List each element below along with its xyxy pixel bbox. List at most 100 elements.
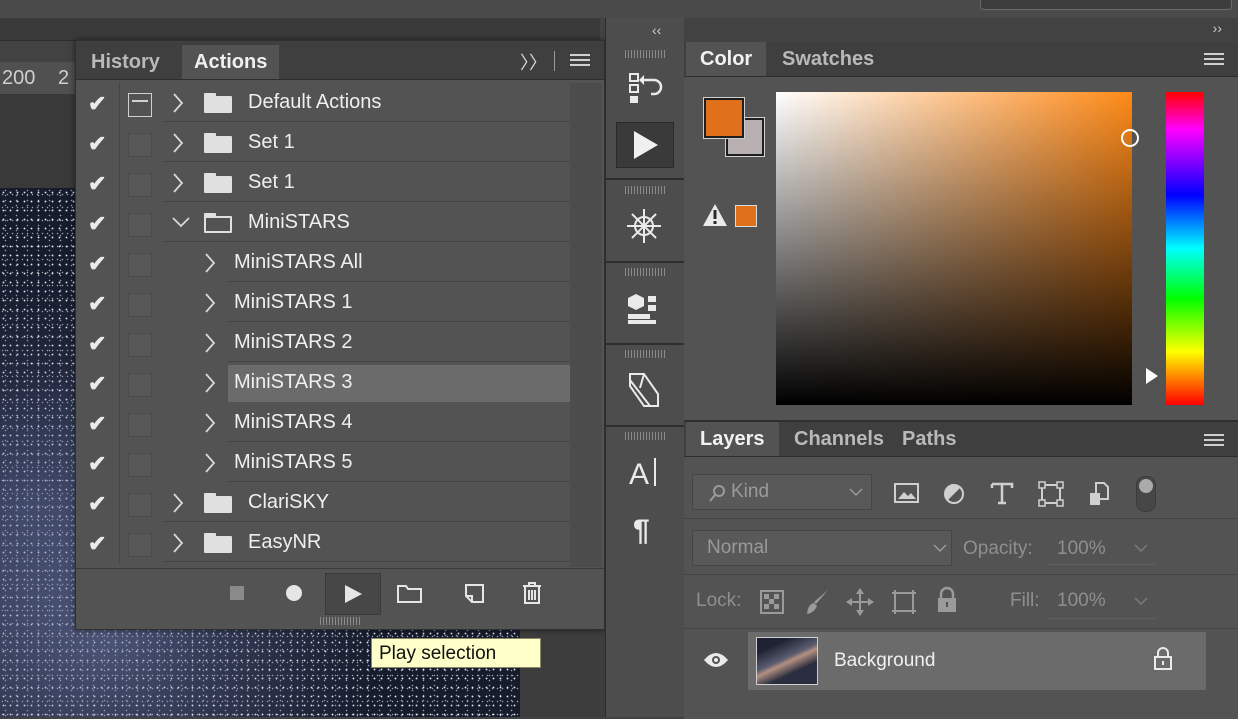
toggle-dialog-checkbox[interactable]: [128, 293, 152, 317]
filter-kind-select[interactable]: Kind: [692, 474, 872, 510]
dock-grip[interactable]: [625, 50, 665, 58]
chevron-right-icon[interactable]: [204, 413, 216, 433]
action-row[interactable]: ✔ MiniSTARS All: [76, 243, 572, 283]
gamut-color-swatch[interactable]: [735, 205, 757, 227]
chevron-right-icon[interactable]: [204, 453, 216, 473]
lock-position-icon[interactable]: [846, 588, 874, 616]
chevron-right-icon[interactable]: [172, 133, 184, 153]
layer-row[interactable]: Background: [748, 632, 1206, 690]
toggle-dialog-checkbox[interactable]: [128, 213, 152, 237]
new-action-button[interactable]: [447, 573, 501, 613]
tab-channels[interactable]: Channels: [780, 422, 898, 456]
chevron-right-icon[interactable]: [172, 173, 184, 193]
dock-grip[interactable]: [625, 268, 665, 276]
panel-resize-grip[interactable]: [320, 617, 360, 625]
action-row[interactable]: ✔ MiniSTARS 1: [76, 283, 572, 323]
toggle-dialog-checkbox[interactable]: [128, 173, 152, 197]
shape-layer-filter-icon[interactable]: [1038, 481, 1064, 507]
toggle-item-checkbox[interactable]: ✔: [88, 171, 106, 197]
toggle-item-checkbox[interactable]: ✔: [88, 211, 106, 237]
toggle-item-checkbox[interactable]: ✔: [88, 131, 106, 157]
chevron-right-icon[interactable]: [204, 253, 216, 273]
play-selection-button[interactable]: [325, 573, 381, 615]
toggle-dialog-checkbox[interactable]: [128, 373, 152, 397]
layer-thumbnail[interactable]: [756, 637, 818, 685]
lock-transparent-pixels-icon[interactable]: [760, 590, 784, 614]
chevron-right-icon[interactable]: [204, 293, 216, 313]
layer-visibility-cell[interactable]: [684, 632, 746, 690]
tab-actions[interactable]: Actions: [182, 45, 280, 79]
toggle-item-checkbox[interactable]: ✔: [88, 531, 106, 557]
chevron-right-icon[interactable]: [172, 533, 184, 553]
filter-toggle[interactable]: [1136, 476, 1156, 512]
brush-settings-button[interactable]: [616, 204, 672, 248]
panel-menu-icon[interactable]: [1204, 434, 1224, 448]
action-set-row[interactable]: ✔ MiniSTARS: [76, 203, 572, 243]
type-layer-filter-icon[interactable]: [990, 481, 1014, 505]
toggle-dialog-checkbox[interactable]: [128, 413, 152, 437]
toggle-item-checkbox[interactable]: ✔: [88, 411, 106, 437]
clone-source-button[interactable]: [616, 368, 672, 412]
action-set-row[interactable]: ✔ Set 1: [76, 163, 572, 203]
tab-swatches[interactable]: Swatches: [768, 42, 888, 76]
tab-history[interactable]: History: [79, 45, 172, 79]
toggle-item-checkbox[interactable]: ✔: [88, 331, 106, 357]
pixel-layer-filter-icon[interactable]: [894, 482, 920, 504]
toggle-dialog-checkbox[interactable]: [128, 493, 152, 517]
foreground-color-swatch[interactable]: [703, 97, 745, 139]
chevron-right-icon[interactable]: [204, 373, 216, 393]
character-panel-button[interactable]: A: [616, 450, 672, 494]
toggle-item-checkbox[interactable]: ✔: [88, 251, 106, 277]
tab-color[interactable]: Color: [686, 42, 767, 76]
panel-collapse-icon[interactable]: 〉〉: [520, 49, 547, 75]
dock-collapse-icon[interactable]: ››: [1213, 20, 1222, 36]
layer-name[interactable]: Background: [834, 650, 935, 672]
action-set-row[interactable]: ✔ ClariSKY: [76, 483, 572, 523]
toggle-dialog-checkbox[interactable]: [128, 133, 152, 157]
history-panel-button[interactable]: [616, 66, 672, 110]
action-row[interactable]: ✔ MiniSTARS 5: [76, 443, 572, 483]
color-picker-cursor[interactable]: [1121, 129, 1139, 147]
dock-grip[interactable]: [625, 432, 665, 440]
record-button[interactable]: [267, 573, 321, 613]
workspace-field[interactable]: [980, 0, 1232, 10]
actions-scrollbar[interactable]: [570, 83, 602, 567]
blend-mode-select[interactable]: Normal: [692, 530, 952, 566]
action-row[interactable]: ✔ MiniSTARS 3: [76, 363, 572, 403]
hue-slider-arrow[interactable]: [1146, 368, 1158, 384]
tab-paths[interactable]: Paths: [888, 422, 970, 456]
action-row[interactable]: ✔ MiniSTARS 2: [76, 323, 572, 363]
dock-collapse-icon[interactable]: ‹‹: [652, 22, 661, 38]
smart-object-filter-icon[interactable]: [1088, 481, 1110, 507]
lock-all-icon[interactable]: [936, 586, 958, 614]
toggle-dialog-checkbox[interactable]: [128, 93, 152, 117]
chevron-right-icon[interactable]: [172, 93, 184, 113]
toggle-dialog-checkbox[interactable]: [128, 253, 152, 277]
panel-menu-icon[interactable]: [570, 54, 590, 68]
action-set-row[interactable]: ✔ Set 1: [76, 123, 572, 163]
lock-image-pixels-icon[interactable]: [804, 588, 830, 616]
tab-layers[interactable]: Layers: [686, 422, 779, 456]
color-field[interactable]: [776, 92, 1132, 405]
lock-artboards-icon[interactable]: [890, 588, 918, 616]
toggle-dialog-checkbox[interactable]: [128, 453, 152, 477]
toggle-item-checkbox[interactable]: ✔: [88, 491, 106, 517]
3d-properties-button[interactable]: [616, 286, 672, 330]
chevron-right-icon[interactable]: [204, 333, 216, 353]
toggle-dialog-checkbox[interactable]: [128, 533, 152, 557]
chevron-right-icon[interactable]: [172, 493, 184, 513]
action-row[interactable]: ✔ MiniSTARS 4: [76, 403, 572, 443]
delete-button[interactable]: [505, 573, 559, 613]
opacity-field[interactable]: 100%: [1048, 530, 1156, 565]
fill-field[interactable]: 100%: [1048, 584, 1156, 619]
hue-slider[interactable]: [1166, 92, 1204, 405]
paragraph-panel-button[interactable]: ¶: [616, 506, 672, 550]
chevron-down-icon[interactable]: [172, 217, 190, 229]
dock-grip[interactable]: [625, 350, 665, 358]
actions-panel-button[interactable]: [616, 122, 674, 168]
toggle-item-checkbox[interactable]: ✔: [88, 291, 106, 317]
new-set-button[interactable]: [383, 573, 437, 613]
toggle-item-checkbox[interactable]: ✔: [88, 451, 106, 477]
toggle-item-checkbox[interactable]: ✔: [88, 91, 106, 117]
action-set-row[interactable]: ✔ Default Actions: [76, 83, 572, 123]
